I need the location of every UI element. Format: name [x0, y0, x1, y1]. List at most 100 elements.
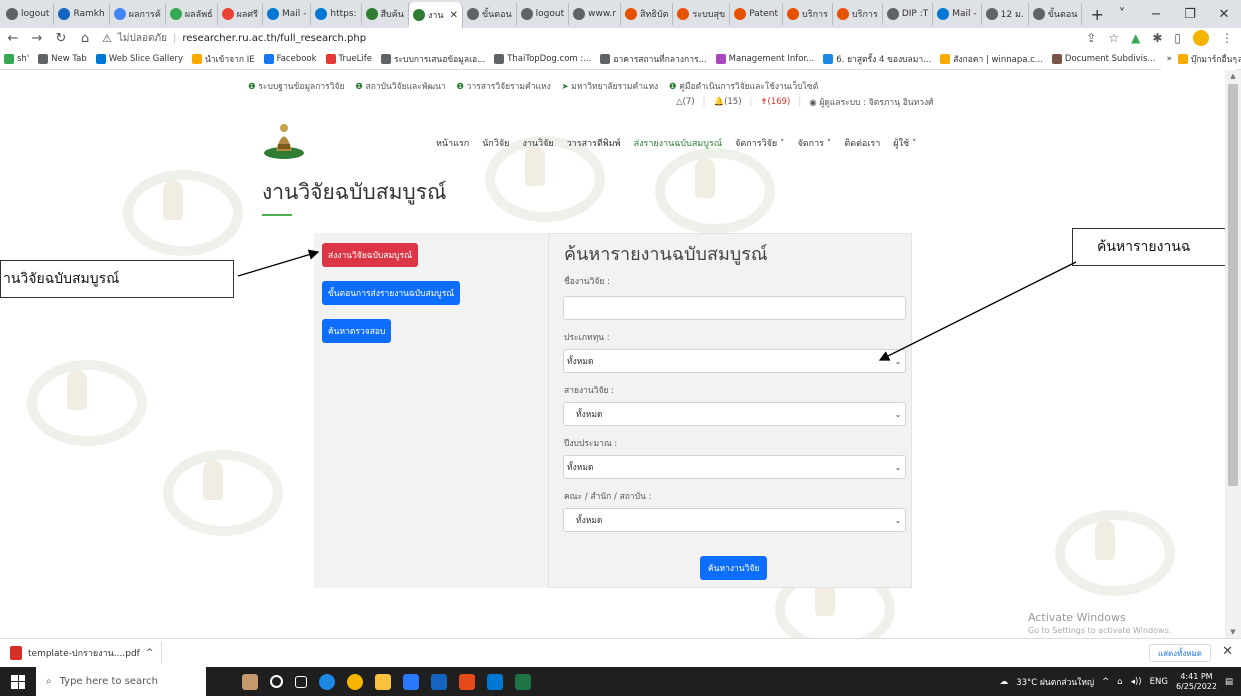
browser-tab[interactable]: ขั้นตอน	[463, 3, 517, 25]
browser-tab[interactable]: Mail -	[933, 3, 982, 25]
edge-icon[interactable]	[319, 673, 335, 690]
browser-tab[interactable]: ระบบสุข	[673, 3, 731, 25]
browser-tab[interactable]: บริการ	[833, 3, 883, 25]
menu-icon[interactable]: ⋮	[1221, 31, 1233, 45]
store-icon[interactable]	[403, 673, 419, 690]
verify-search-button[interactable]: ค้นหาตรวจสอบ	[322, 319, 392, 343]
browser-tab[interactable]: DIP :T	[883, 3, 934, 25]
tab-search-icon[interactable]: ˅	[1105, 7, 1139, 22]
outlook-icon[interactable]	[487, 673, 503, 690]
top-link[interactable]: คู่มือดำเนินการวิจัยและใช้งานเว็บไซต์	[679, 82, 818, 92]
bookmark-item[interactable]: Document Subdivis...	[1051, 53, 1156, 64]
close-window-button[interactable]: ✕	[1207, 7, 1241, 22]
top-link[interactable]: ระบบฐานข้อมูลการวิจัย	[258, 82, 344, 92]
notification-count[interactable]: 🔔(15)	[713, 97, 741, 107]
browser-tab[interactable]: สิทธิบัต	[621, 3, 674, 25]
close-tab-icon[interactable]: ✕	[450, 10, 458, 21]
nav-journals[interactable]: วารสารตีพิมพ์	[567, 136, 621, 150]
pin-count[interactable]: ✝(169)	[760, 97, 790, 107]
minimize-button[interactable]: −	[1139, 7, 1173, 22]
back-icon[interactable]: ←	[6, 31, 20, 46]
research-name-input[interactable]	[563, 296, 906, 320]
nav-manage[interactable]: จัดการ ˅	[798, 136, 832, 150]
file-explorer-icon[interactable]	[375, 673, 391, 690]
browser-tab[interactable]: ผลการค้	[110, 3, 166, 25]
avatar[interactable]	[1193, 30, 1209, 46]
clock[interactable]: 4:41 PM 6/25/2022	[1176, 672, 1217, 692]
bookmark-item[interactable]: สังกอคา | winnapa.c...	[940, 52, 1043, 66]
reload-icon[interactable]: ↻	[54, 31, 68, 46]
bookmark-item[interactable]: New Tab	[38, 53, 87, 64]
warning-icon[interactable]: ⚠	[102, 32, 112, 45]
bookmark-item[interactable]: TrueLife	[325, 53, 372, 64]
nav-research[interactable]: งานวิจัย	[522, 136, 553, 150]
top-link[interactable]: วารสารวิจัยรามคำแหง	[467, 82, 551, 92]
steps-button[interactable]: ขั้นตอนการส่งรายงานฉบับสมบูรณ์	[322, 281, 461, 305]
browser-tab[interactable]: ผลศรี	[218, 3, 263, 25]
bookmark-item[interactable]: Web Slice Gallery	[95, 53, 183, 64]
search-research-button[interactable]: ค้นหางานวิจัย	[700, 556, 768, 580]
top-link[interactable]: มหาวิทยาลัยรามคำแหง	[571, 82, 658, 92]
browser-tab[interactable]: 12 ม.	[982, 3, 1029, 25]
start-button[interactable]	[0, 667, 36, 696]
insecure-label[interactable]: ไม่ปลอดภัย	[118, 31, 167, 46]
browser-tab[interactable]: www.r	[569, 3, 621, 25]
browser-tab[interactable]: งาน ✕	[408, 2, 463, 28]
notifications-icon[interactable]: ▤	[1225, 677, 1233, 687]
close-downloads-icon[interactable]: ✕	[1222, 644, 1233, 659]
browser-tab[interactable]: Patent	[730, 3, 784, 25]
share-icon[interactable]: ⇪	[1086, 31, 1096, 45]
task-view-icon[interactable]	[295, 675, 307, 688]
bookmark-item[interactable]: อาคารสถานที่กลางการ...	[600, 52, 707, 66]
weather-text[interactable]: 33°C ฝนตกส่วนใหญ่	[1016, 675, 1094, 689]
home-icon[interactable]: ⌂	[78, 31, 92, 46]
maximize-button[interactable]: ❐	[1173, 7, 1207, 22]
network-icon[interactable]: ⌂	[1117, 677, 1122, 687]
taskbar-search[interactable]: ⌕ Type here to search	[36, 667, 206, 696]
browser-tab[interactable]: Ramkh	[54, 3, 110, 25]
scroll-down-icon[interactable]: ▼	[1225, 626, 1241, 638]
faculty-select[interactable]: ทั้งหมด ⌄	[563, 508, 906, 532]
chat-count[interactable]: △(7)	[676, 97, 695, 107]
bookmark-item[interactable]: Facebook	[263, 53, 317, 64]
browser-tab[interactable]: https:	[311, 3, 362, 25]
browser-tab[interactable]: logout	[517, 3, 570, 25]
bookmark-item[interactable]: Management Infor...	[715, 53, 814, 64]
language-indicator[interactable]: ENG	[1150, 677, 1168, 687]
nav-submit-report[interactable]: ส่งรายงานฉบับสมบูรณ์	[634, 136, 723, 150]
top-link[interactable]: สถาบันวิจัยและพัฒนา	[366, 82, 446, 92]
show-all-button[interactable]: แสดงทั้งหมด	[1148, 644, 1211, 662]
browser-tab[interactable]: บริการ	[783, 3, 833, 25]
download-item[interactable]: template-ปกรายงาน....pdf ^	[0, 642, 162, 664]
bookmark-item[interactable]: นำเข้าจาก IE	[192, 52, 255, 66]
browser-tab[interactable]: Mail -	[263, 3, 312, 25]
fiscal-year-select[interactable]: ทั้งหมด ⌄	[563, 455, 906, 479]
paint-icon[interactable]	[242, 673, 258, 690]
scroll-up-icon[interactable]: ▲	[1225, 70, 1241, 82]
cortana-icon[interactable]	[270, 675, 283, 688]
scroll-thumb[interactable]	[1228, 84, 1238, 486]
tray-chevron-icon[interactable]: ^	[1102, 677, 1109, 687]
page-scrollbar[interactable]: ▲ ▼	[1225, 70, 1241, 638]
bookmarks-more-button[interactable]: »	[1167, 54, 1172, 64]
download-menu-icon[interactable]: ^	[146, 648, 154, 658]
chrome-icon[interactable]	[347, 673, 363, 690]
volume-icon[interactable]: ◂))	[1131, 677, 1142, 687]
nav-contact[interactable]: ติดต่อเรา	[844, 136, 880, 150]
nav-manage-research[interactable]: จัดการวิจัย ˅	[735, 136, 784, 150]
url-text[interactable]: researcher.ru.ac.th/full_research.php	[182, 33, 366, 44]
bookmark-item[interactable]: ThaiTopDog.com :...	[494, 53, 591, 64]
address-bar[interactable]: ⚠ ไม่ปลอดภัย | researcher.ru.ac.th/full_…	[102, 29, 366, 47]
research-line-select[interactable]: ทั้งหมด ⌄	[563, 402, 906, 426]
browser-tab[interactable]: สืบค้น	[362, 3, 409, 25]
browser-tab[interactable]: ขั้นตอน	[1029, 3, 1083, 25]
bookmark-item[interactable]: ระบบการเสนอข้อมูลเอ...	[380, 52, 485, 66]
mail-icon[interactable]	[431, 673, 447, 690]
star-icon[interactable]: ☆	[1108, 31, 1119, 45]
fund-type-select[interactable]: ทั้งหมด ⌄	[563, 349, 906, 373]
browser-tab[interactable]: ผลลัพธ์	[166, 3, 218, 25]
nav-researchers[interactable]: นักวิจัย	[482, 136, 509, 150]
office-icon[interactable]	[459, 673, 475, 690]
submit-report-button[interactable]: ส่งงานวิจัยฉบับสมบูรณ์	[322, 243, 419, 267]
browser-tab[interactable]: logout	[2, 3, 55, 25]
